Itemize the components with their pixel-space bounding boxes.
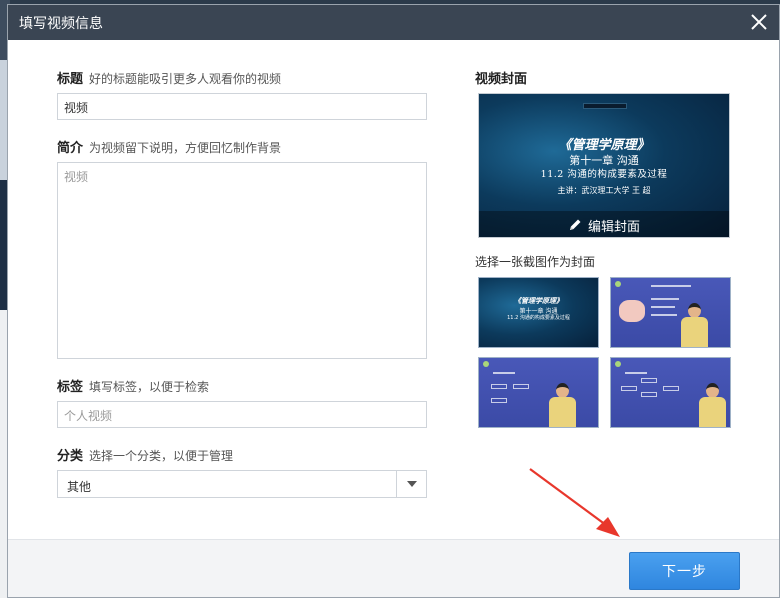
intro-hint: 为视频留下说明，方便回忆制作背景 <box>89 141 282 155</box>
title-input[interactable]: 视频 <box>57 93 427 120</box>
cover-preview: 《管理学原理》 第十一章 沟通 11.2 沟通的构成要素及过程 主讲：武汉理工大… <box>478 93 730 238</box>
presenter-figure <box>547 383 577 427</box>
slide-logo-icon <box>615 361 621 367</box>
slide-line <box>651 285 691 287</box>
diagram-box <box>641 392 657 397</box>
intro-field-label: 简介 为视频留下说明，方便回忆制作背景 <box>57 137 281 156</box>
slide-logo-bar <box>583 103 627 109</box>
tags-label: 标签 <box>57 380 84 395</box>
slide-line <box>651 306 675 308</box>
thumbnail-1-line-3: 11.2 沟通的构成要素及过程 <box>507 315 570 321</box>
presenter-figure <box>679 303 709 347</box>
category-label: 分类 <box>57 449 84 464</box>
slide-logo-icon <box>615 281 621 287</box>
diagram-box <box>663 386 679 391</box>
video-info-dialog: 填写视频信息 标题 好的标题能吸引更多人观看你的视频 视频 简介 为视频留下说明，方… <box>7 4 780 598</box>
close-icon[interactable] <box>749 12 769 32</box>
diagram-box <box>491 398 507 403</box>
presenter-figure <box>697 383 727 427</box>
tags-input[interactable]: 个人视频 <box>57 401 427 428</box>
pencil-icon <box>569 219 581 230</box>
edit-cover-button[interactable]: 编辑封面 <box>479 211 729 237</box>
diagram-box <box>491 384 507 389</box>
cover-line-1: 《管理学原理》 <box>558 138 650 153</box>
diagram-shape <box>619 300 645 322</box>
diagram-box <box>513 384 529 389</box>
diagram-box <box>621 386 637 391</box>
cover-line-4: 主讲：武汉理工大学 王 超 <box>557 186 651 195</box>
intro-textarea[interactable]: 视频 <box>57 162 427 359</box>
cover-line-3: 11.2 沟通的构成要素及过程 <box>540 169 668 180</box>
dialog-footer: 下一步 <box>8 539 779 597</box>
cover-thumbnail-3[interactable] <box>478 357 599 428</box>
slide-line <box>651 314 677 316</box>
cover-thumbnail-1[interactable]: 《管理学原理》 第十一章 沟通 11.2 沟通的构成要素及过程 <box>478 277 599 348</box>
next-step-button[interactable]: 下一步 <box>629 552 740 590</box>
category-select[interactable]: 其他 <box>57 470 427 498</box>
chevron-down-icon[interactable] <box>396 471 426 497</box>
title-field-label: 标题 好的标题能吸引更多人观看你的视频 <box>57 68 281 87</box>
diagram-box <box>641 378 657 383</box>
slide-logo-icon <box>483 361 489 367</box>
slide-line <box>651 298 679 300</box>
tags-hint: 填写标签，以便于检索 <box>89 380 210 394</box>
cover-thumbnail-2[interactable] <box>610 277 731 348</box>
edit-cover-label: 编辑封面 <box>587 219 640 235</box>
slide-line <box>493 372 515 374</box>
title-hint: 好的标题能吸引更多人观看你的视频 <box>89 72 282 86</box>
dialog-body: 标题 好的标题能吸引更多人观看你的视频 视频 简介 为视频留下说明，方便回忆制作背景… <box>8 40 779 539</box>
category-field-label: 分类 选择一个分类，以便于管理 <box>57 445 233 464</box>
slide-line <box>625 372 647 374</box>
category-hint: 选择一个分类，以便于管理 <box>89 449 234 463</box>
title-label: 标题 <box>57 72 84 87</box>
cover-heading: 视频封面 <box>475 72 528 87</box>
intro-label: 简介 <box>57 141 84 156</box>
category-value: 其他 <box>67 480 92 494</box>
dialog-titlebar: 填写视频信息 <box>8 5 779 40</box>
dialog-title: 填写视频信息 <box>19 15 103 32</box>
choose-screenshot-label: 选择一张截图作为封面 <box>475 255 596 269</box>
thumbnail-1-line-1: 《管理学原理》 <box>514 297 563 305</box>
tags-field-label: 标签 填写标签，以便于检索 <box>57 376 209 395</box>
cover-thumbnail-4[interactable] <box>610 357 731 428</box>
